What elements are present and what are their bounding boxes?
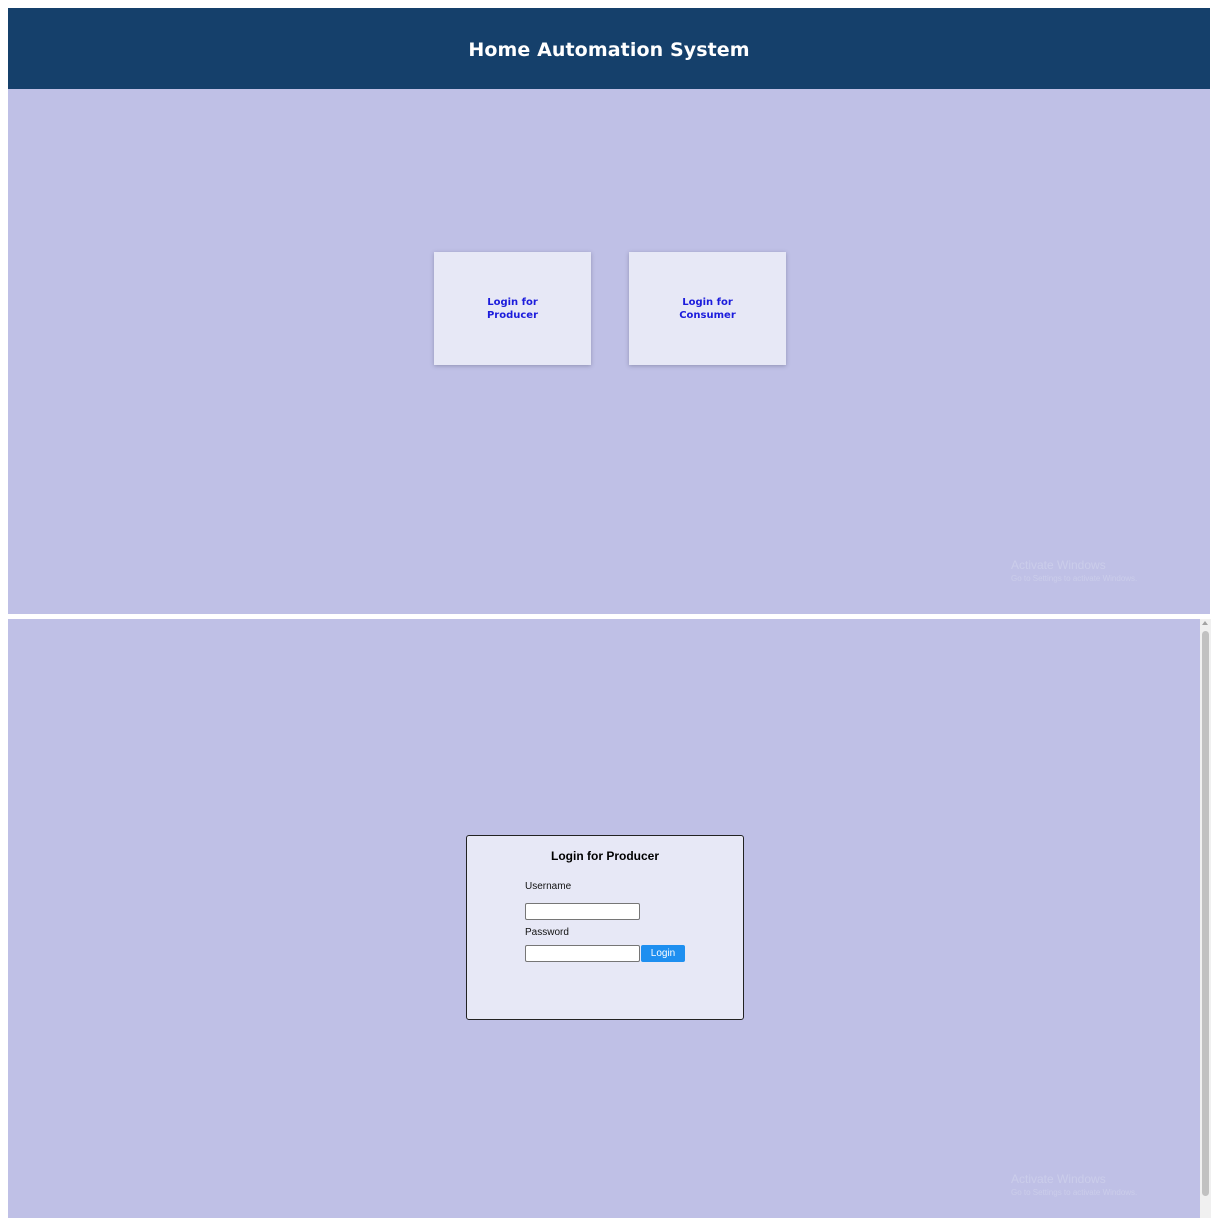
- login-form: Login for Producer Username Password Log…: [466, 835, 744, 1020]
- scroll-up-arrow-icon[interactable]: [1202, 621, 1208, 625]
- vertical-scrollbar[interactable]: [1200, 619, 1211, 1218]
- producer-login-screen: Login for Producer Username Password Log…: [8, 619, 1211, 1218]
- login-producer-label: Login for Producer: [486, 296, 539, 321]
- watermark-subtitle: Go to Settings to activate Windows.: [1011, 1188, 1138, 1197]
- login-form-title: Login for Producer: [551, 849, 659, 863]
- scrollbar-thumb[interactable]: [1202, 631, 1209, 1196]
- watermark-title: Activate Windows: [1011, 1172, 1106, 1186]
- home-screen: Home Automation System Login for Produce…: [8, 8, 1210, 614]
- username-input[interactable]: [525, 903, 640, 920]
- login-button[interactable]: Login: [641, 945, 685, 962]
- password-label: Password: [525, 927, 569, 938]
- username-label: Username: [525, 881, 572, 892]
- app-title: Home Automation System: [468, 39, 750, 61]
- watermark-subtitle: Go to Settings to activate Windows.: [1011, 574, 1138, 583]
- login-producer-card[interactable]: Login for Producer: [434, 252, 591, 365]
- login-consumer-card[interactable]: Login for Consumer: [629, 252, 786, 365]
- password-input[interactable]: [525, 945, 640, 962]
- activate-windows-watermark: Activate Windows Go to Settings to activ…: [1011, 1172, 1137, 1198]
- login-consumer-label: Login for Consumer: [679, 296, 736, 321]
- app-header: Home Automation System: [8, 8, 1210, 89]
- activate-windows-watermark: Activate Windows Go to Settings to activ…: [1011, 558, 1137, 584]
- watermark-title: Activate Windows: [1011, 558, 1106, 572]
